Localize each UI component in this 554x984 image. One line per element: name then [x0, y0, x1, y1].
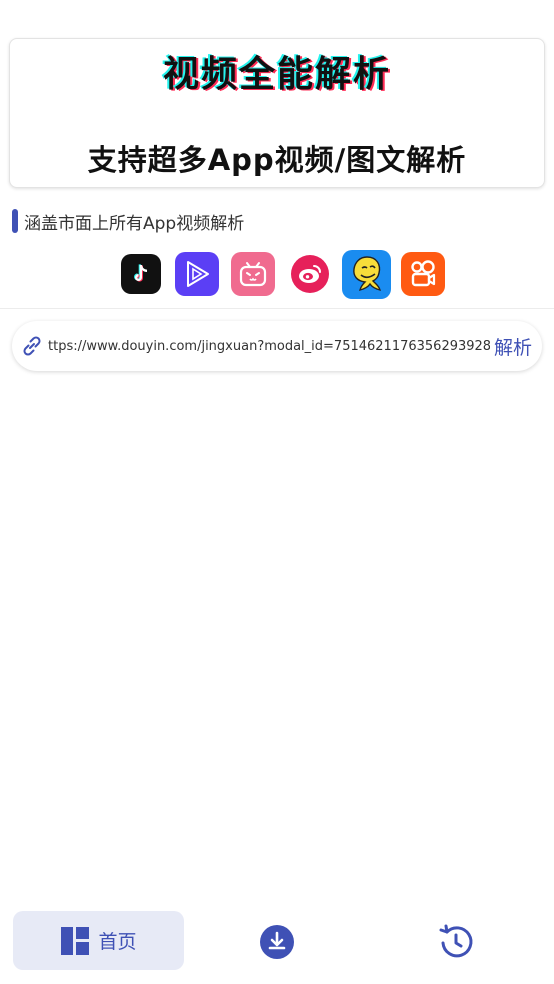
bottom-nav: 首页: [0, 905, 554, 977]
app-screen: 视频全能解析 支持超多App视频/图文解析 涵盖市面上所有App视频解析 ttp…: [0, 0, 554, 984]
url-input-bar: 解析: [12, 321, 542, 371]
nav-home-tab[interactable]: 首页: [13, 911, 184, 970]
section-header: 涵盖市面上所有App视频解析: [12, 208, 244, 234]
tiktok-icon[interactable]: [121, 254, 161, 294]
section-title: 涵盖市面上所有App视频解析: [24, 213, 245, 234]
bilibili-icon[interactable]: [231, 252, 275, 296]
nav-home-label: 首页: [98, 931, 137, 953]
section-divider: [0, 308, 554, 309]
video-play-icon[interactable]: [175, 252, 219, 296]
kuaishou-icon[interactable]: [401, 252, 445, 296]
weibo-icon[interactable]: [291, 255, 329, 293]
section-accent-bar: [12, 209, 18, 233]
url-field[interactable]: [48, 338, 490, 354]
banner-title: 视频全能解析: [162, 54, 391, 95]
supported-apps-row: [0, 250, 554, 300]
history-icon[interactable]: [437, 923, 475, 961]
hero-banner: 视频全能解析 支持超多App视频/图文解析: [9, 38, 545, 188]
parse-button[interactable]: 解析: [494, 333, 532, 360]
dashboard-icon: [61, 926, 90, 955]
download-icon[interactable]: [258, 923, 296, 961]
link-icon: [23, 336, 41, 356]
banner-subtitle: 支持超多App视频/图文解析: [87, 143, 467, 177]
qq-icon[interactable]: [342, 250, 391, 299]
